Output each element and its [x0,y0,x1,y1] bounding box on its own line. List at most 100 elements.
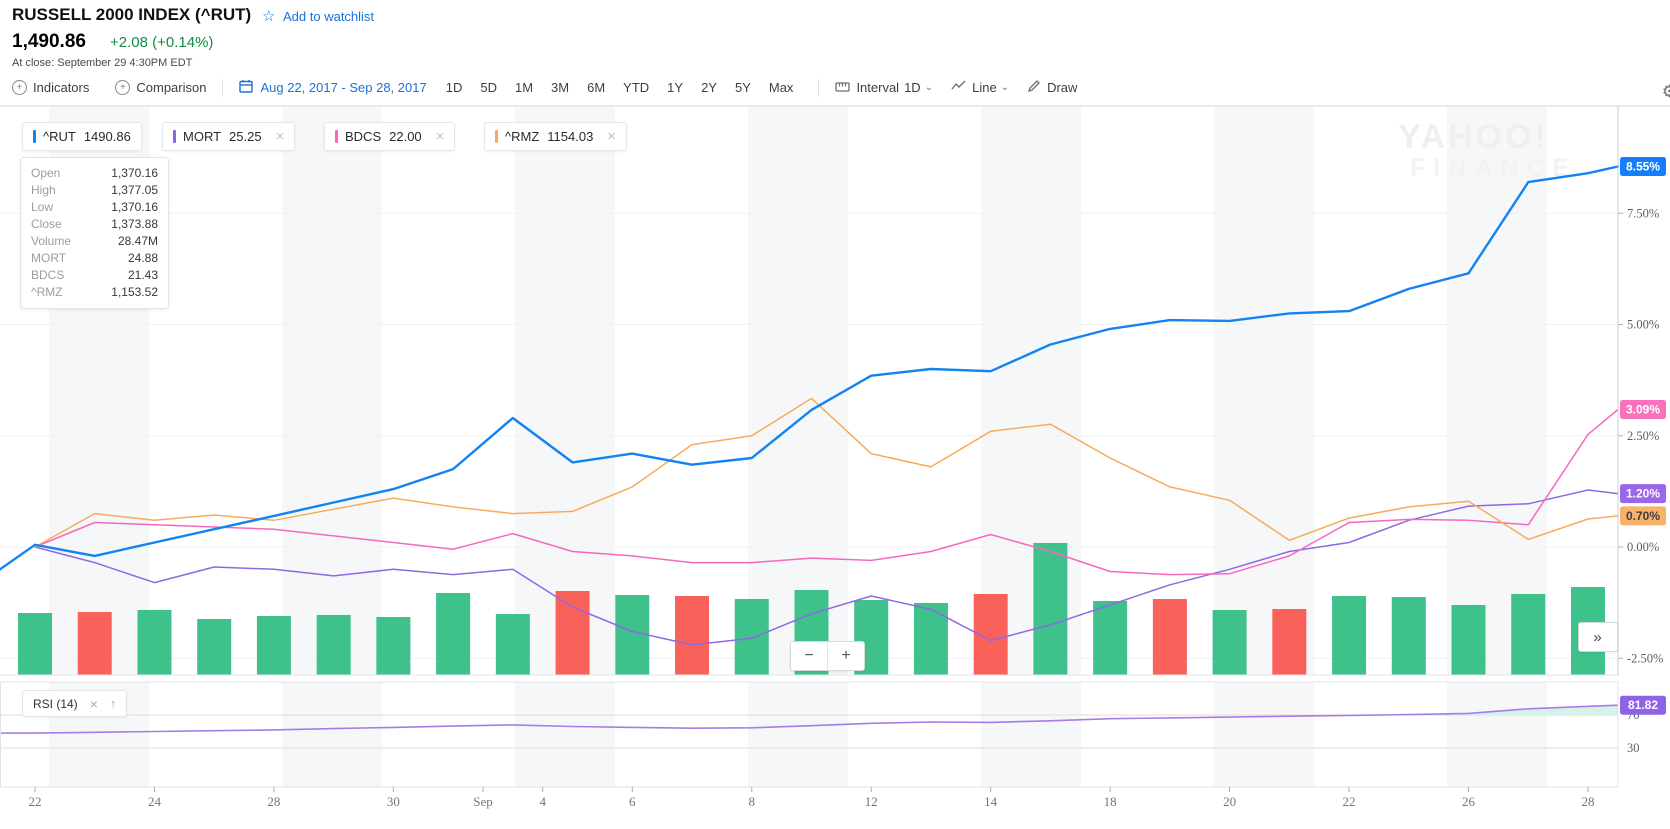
y-axis-label: 5.00% [1627,318,1659,332]
close-icon[interactable]: × [607,129,616,144]
zoom-in-button[interactable]: + [828,642,864,670]
volume-bar [1392,597,1426,675]
legend-value: 22.00 [389,129,422,144]
ohlc-label: Open [31,165,60,182]
chart-canvas[interactable]: YAHOO!FINANCE7.50%5.00%2.50%0.00%-2.50%7… [0,106,1670,824]
background-stripe [748,106,848,675]
y-axis-label: 0.00% [1627,540,1659,554]
arrow-up-icon[interactable]: ↑ [110,696,117,711]
yahoo-watermark: YAHOO! [1398,118,1549,156]
interval-label: Interval [856,80,899,95]
volume-bar [1332,596,1366,675]
x-axis-label: 18 [1104,794,1117,809]
legend-pill-RUT[interactable]: ^RUT1490.86 [22,122,142,151]
series-color-swatch [173,130,176,143]
chart-toolbar: + Indicators + Comparison Aug 22, 2017 -… [0,70,1670,106]
comparison-label: Comparison [136,80,206,95]
volume-bar [257,616,291,675]
range-2y[interactable]: 2Y [692,80,726,95]
ohlc-value: 1,153.52 [111,284,158,301]
background-stripe [1214,682,1314,787]
ohlc-label: ^RMZ [31,284,63,301]
legend-pill-BDCS[interactable]: BDCS 22.00 × [324,122,455,151]
ruler-icon [835,80,850,96]
range-5y[interactable]: 5Y [726,80,760,95]
ohlc-label: Low [31,199,53,216]
x-axis-label: 30 [387,794,400,809]
close-icon[interactable]: × [276,129,285,144]
rsi-label: RSI (14) [33,697,78,711]
expand-panel-button[interactable]: » [1578,622,1618,652]
background-stripe [515,682,615,787]
volume-bar [1093,601,1127,675]
x-axis-label: 26 [1462,794,1476,809]
volume-bar [1272,609,1306,675]
add-to-watchlist-link[interactable]: Add to watchlist [283,9,374,24]
legend-pill-MORT[interactable]: MORT25.25× [162,122,295,151]
x-axis-label: 22 [1343,794,1356,809]
background-stripe [282,682,382,787]
range-1d[interactable]: 1D [437,80,472,95]
zoom-out-button[interactable]: − [791,642,827,670]
draw-button[interactable]: Draw [1027,79,1077,96]
range-5d[interactable]: 5D [471,80,506,95]
range-1m[interactable]: 1M [506,80,542,95]
series-color-swatch [335,130,338,143]
ohlc-label: Close [31,216,62,233]
at-close-timestamp: At close: September 29 4:30PM EDT [12,57,192,69]
ohlc-value: 1,373.88 [111,216,158,233]
indicators-button[interactable]: + Indicators [12,80,89,95]
volume-bar [914,603,948,675]
gear-icon[interactable]: ⚙ [1662,82,1670,102]
chart-type-dropdown[interactable]: Line ⌄ [951,80,1009,95]
y-axis-label: 2.50% [1627,429,1659,443]
range-buttons: 1D 5D 1M 3M 6M YTD 1Y 2Y 5Y Max [437,80,803,95]
interval-dropdown[interactable]: Interval 1D ⌄ [835,80,933,96]
ohlc-tooltip: Open1,370.16 High1,377.05 Low1,370.16 Cl… [20,157,169,309]
plus-circle-icon: + [12,80,27,95]
range-6m[interactable]: 6M [578,80,614,95]
zoom-control: − + [790,641,865,671]
x-axis-label: 12 [865,794,878,809]
price-change: +2.08 (+0.14%) [110,34,213,51]
range-ytd[interactable]: YTD [614,80,658,95]
legend-symbol: BDCS [345,129,381,144]
chart-type-label: Line [972,80,997,95]
close-icon[interactable]: × [90,696,98,712]
volume-bar [1452,605,1486,675]
legend-value: 1154.03 [547,129,593,144]
ohlc-value: 24.88 [128,250,158,267]
x-axis-label: 6 [629,794,636,809]
axis-badge-BDCS-text: 3.09% [1626,402,1660,416]
volume-bar [197,619,231,675]
rsi-indicator-pill[interactable]: RSI (14) × ↑ [22,690,127,717]
series-color-swatch [495,130,498,143]
chevron-down-icon: ⌄ [925,82,933,93]
toolbar-divider [818,79,819,97]
ohlc-value: 1,370.16 [111,165,158,182]
date-range-picker[interactable]: Aug 22, 2017 - Sep 28, 2017 [239,79,426,96]
volume-bar [78,612,112,675]
background-stripe [981,682,1081,787]
plus-circle-icon: + [115,80,130,95]
range-max[interactable]: Max [760,80,803,95]
comparison-button[interactable]: + Comparison [115,80,206,95]
range-3m[interactable]: 3M [542,80,578,95]
indicators-label: Indicators [33,80,89,95]
ohlc-label: High [31,182,56,199]
volume-bar [556,591,590,675]
volume-bar [615,595,649,675]
range-1y[interactable]: 1Y [658,80,692,95]
legend-pill-RMZ[interactable]: ^RMZ1154.03× [484,122,627,151]
volume-bar [436,593,470,675]
volume-bar [496,614,530,675]
close-icon[interactable]: × [436,129,445,144]
x-axis-label: 14 [984,794,998,809]
volume-bar [1511,594,1545,675]
x-axis-label: 22 [29,794,42,809]
star-icon[interactable]: ☆ [262,7,275,25]
background-stripe [1214,106,1314,675]
x-axis-label: 28 [1581,794,1594,809]
ohlc-value: 1,377.05 [111,182,158,199]
current-price: 1,490.86 [12,31,86,53]
